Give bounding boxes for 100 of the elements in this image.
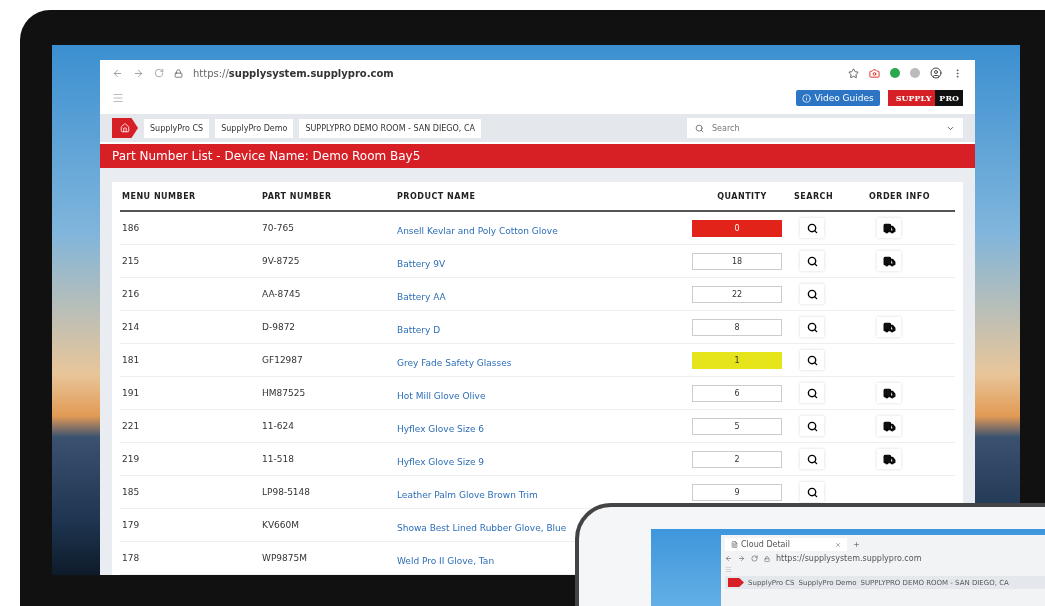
quantity-field[interactable]: 22 [692,285,782,303]
table-cell-text: 9V-8725 [261,256,301,266]
quantity-field[interactable]: 9 [692,483,782,501]
product-link[interactable]: Hot Mill Glove Olive [395,390,486,401]
truck-icon [882,386,896,400]
truck-icon [882,254,896,268]
product-link[interactable]: Weld Pro II Glove, Tan [395,555,495,566]
column-header: SEARCH [793,191,835,201]
quantity-field[interactable]: 18 [692,252,782,270]
search-button[interactable] [800,482,824,502]
quantity-field[interactable]: 1 [692,351,782,369]
truck-icon [882,320,896,334]
breadcrumb-link[interactable]: SUPPLYPRO DEMO ROOM - SAN DIEGO, CA [299,118,481,138]
quantity-field[interactable]: 6 [692,384,782,402]
reload-icon[interactable] [751,555,758,562]
product-link[interactable]: Battery AA [395,291,446,302]
truck-button[interactable] [877,416,901,436]
back-icon[interactable] [112,67,123,79]
lock-icon [174,68,183,78]
search-icon [806,321,818,333]
quantity-field[interactable]: 0 [692,219,782,237]
video-guides-button[interactable]: Video Guides [795,90,880,106]
forward-icon[interactable] [133,67,144,79]
search-icon [806,387,818,399]
search-icon [806,255,818,267]
column-header: MENU NUMBER [121,191,197,201]
product-link[interactable]: Battery 9V [395,258,446,269]
table-cell-text: 214 [121,322,141,332]
search-icon [806,222,818,234]
search-button[interactable] [800,251,824,271]
table-cell-text: 219 [121,454,141,464]
table-cell-text: 179 [121,520,141,530]
product-link[interactable]: Ansell Kevlar and Poly Cotton Glove [395,225,558,236]
home-icon [120,123,130,133]
camera-icon[interactable] [869,67,880,79]
home-tab[interactable] [112,118,138,138]
table-cell-text: 215 [121,256,141,266]
table-cell-text: 221 [121,421,141,431]
search-icon [695,123,704,133]
product-link[interactable]: Hyflex Glove Size 6 [395,423,485,434]
reload-icon[interactable] [154,68,164,78]
quantity-field[interactable]: 8 [692,318,782,336]
table-cell-text: 186 [121,223,141,233]
browser-tab[interactable]: Cloud Detail [725,538,847,551]
search-field[interactable]: Search [687,118,963,138]
product-link[interactable]: Leather Palm Glove Brown Trim [395,489,538,500]
column-header: PART NUMBER [261,191,333,201]
table-cell-text: AA-8745 [261,289,302,299]
info-icon [801,93,811,103]
column-header: ORDER INFO [868,191,931,201]
star-icon[interactable] [848,67,859,79]
forward-icon[interactable] [738,555,745,562]
search-icon [806,288,818,300]
table-cell-text: D-9872 [261,322,297,332]
table-cell-text: 11-624 [261,421,295,431]
product-link[interactable]: Battery D [395,324,441,335]
lock-icon [764,555,770,562]
table-cell-text: GF12987 [261,355,304,365]
truck-button[interactable] [877,218,901,238]
address-bar[interactable]: https://supplysystem.supplypro.com [776,554,922,563]
address-bar[interactable]: https://supplysystem.supplypro.com [193,67,838,79]
table-cell-text: LP98-5148 [261,487,312,497]
search-button[interactable] [800,383,824,403]
back-icon[interactable] [725,555,732,562]
product-link[interactable]: Grey Fade Safety Glasses [395,357,512,368]
table-cell-text: 181 [121,355,141,365]
search-button[interactable] [800,284,824,304]
logo: SUPPLY PRO [887,90,963,106]
column-header: PRODUCT NAME [396,191,477,201]
truck-button[interactable] [877,317,901,337]
table-cell-text: 185 [121,487,141,497]
search-icon [806,354,818,366]
breadcrumb-link[interactable]: SupplyPro Demo [215,118,294,138]
truck-button[interactable] [877,251,901,271]
quantity-field[interactable]: 5 [692,417,782,435]
quantity-field[interactable]: 2 [692,450,782,468]
truck-icon [882,452,896,466]
truck-icon [882,221,896,235]
new-tab-icon[interactable] [853,541,860,548]
search-button[interactable] [800,350,824,370]
page-title: Part Number List - Device Name: Demo Room Bay5 [100,144,975,168]
truck-button[interactable] [877,449,901,469]
table-cell-text: 11-518 [261,454,295,464]
table-cell-text: 191 [121,388,141,398]
product-link[interactable]: Showa Best Lined Rubber Glove, Blue [395,522,567,533]
search-button[interactable] [800,218,824,238]
search-button[interactable] [800,317,824,337]
profile-icon[interactable] [930,67,942,79]
page-icon [731,541,738,548]
search-button[interactable] [800,449,824,469]
product-link[interactable]: Hyflex Glove Size 9 [395,456,485,467]
search-icon [806,486,818,498]
home-tab[interactable] [728,578,744,587]
search-button[interactable] [800,416,824,436]
close-icon[interactable] [835,541,841,548]
truck-icon [882,419,896,433]
table-cell-text: KV660M [261,520,300,530]
search-icon [806,453,818,465]
truck-button[interactable] [877,383,901,403]
breadcrumb-link[interactable]: SupplyPro CS [144,118,210,138]
